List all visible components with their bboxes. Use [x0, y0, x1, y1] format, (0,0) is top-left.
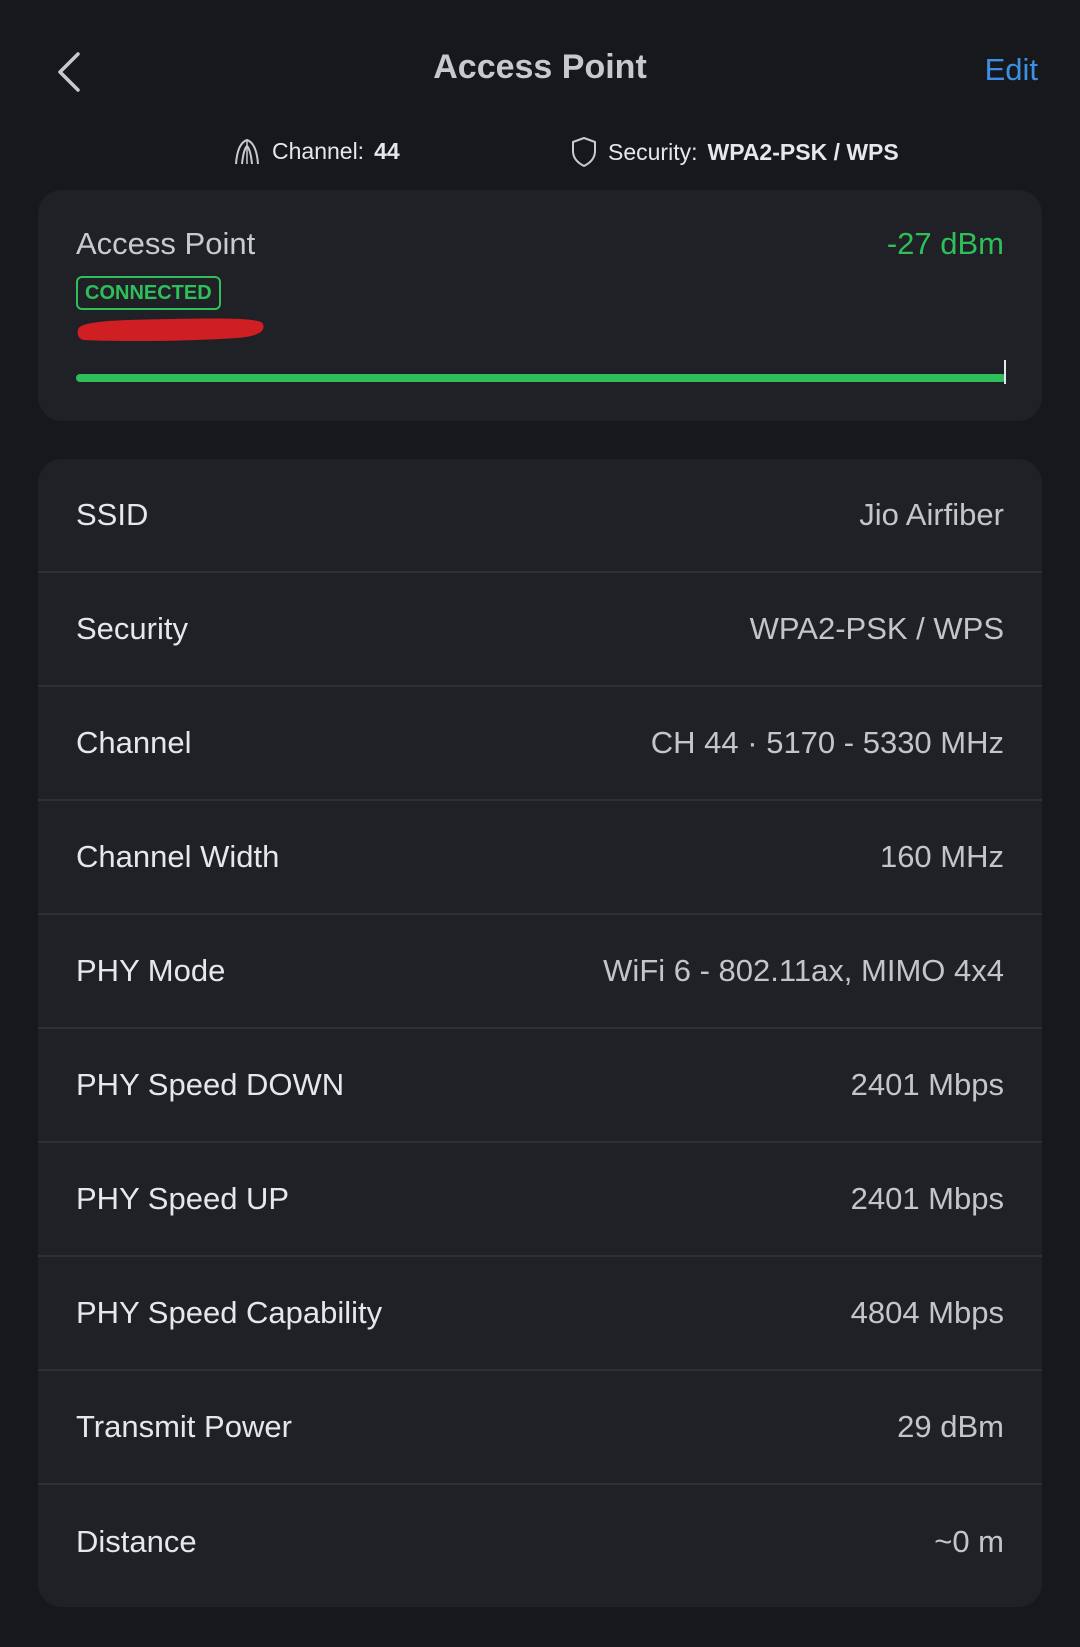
status-badge: CONNECTED — [76, 276, 221, 310]
detail-label: Channel — [76, 725, 192, 760]
detail-value: WiFi 6 - 802.11ax, MIMO 4x4 — [603, 953, 1004, 988]
detail-row[interactable]: Transmit Power 29 dBm — [38, 1371, 1042, 1485]
channel-summary-label: Channel: — [272, 137, 365, 164]
summary-bar: Channel: 44 Security: WPA2-PSK / WPS — [0, 130, 1080, 174]
detail-row[interactable]: SSID Jio Airfiber — [38, 459, 1042, 573]
detail-label: Channel Width — [76, 839, 280, 874]
channel-summary: Channel: 44 — [232, 136, 400, 166]
antenna-icon — [235, 138, 259, 165]
signal-strength-fill — [76, 374, 1006, 382]
signal-strength-bar — [76, 374, 1006, 382]
detail-value: 29 dBm — [897, 1409, 1004, 1444]
details-list: SSID Jio Airfiber Security WPA2-PSK / WPS Ch… — [38, 459, 1042, 1607]
detail-label: SSID — [76, 497, 149, 532]
detail-row[interactable]: Security WPA2-PSK / WPS — [38, 573, 1042, 687]
access-point-card[interactable]: Access Point -27 dBm CONNECTED — [38, 190, 1042, 421]
shield-icon — [572, 137, 596, 167]
security-summary-label: Security: — [608, 138, 698, 165]
detail-label: PHY Speed DOWN — [76, 1067, 345, 1102]
page-title: Access Point — [433, 48, 647, 86]
detail-label: PHY Speed UP — [76, 1181, 290, 1216]
detail-value: WPA2-PSK / WPS — [749, 611, 1004, 646]
detail-value: Jio Airfiber — [859, 497, 1004, 532]
security-summary-value: WPA2-PSK / WPS — [707, 138, 899, 165]
detail-label: Security — [76, 611, 188, 646]
signal-strength-marker — [1004, 360, 1006, 384]
detail-value: 2401 Mbps — [850, 1181, 1004, 1216]
edit-button[interactable]: Edit — [985, 52, 1038, 88]
detail-row[interactable]: Channel CH 44 · 5170 - 5330 MHz — [38, 687, 1042, 801]
detail-label: Distance — [76, 1524, 197, 1559]
detail-label: Transmit Power — [76, 1409, 292, 1444]
top-bar: Access Point Edit — [0, 0, 1080, 140]
access-point-name: Access Point — [76, 226, 256, 261]
signal-strength-value: -27 dBm — [886, 226, 1004, 261]
detail-value: 4804 Mbps — [850, 1295, 1004, 1330]
detail-label: PHY Speed Capability — [76, 1295, 383, 1330]
detail-value: ~0 m — [934, 1524, 1004, 1559]
redaction-mark — [77, 318, 264, 342]
detail-value: 160 MHz — [879, 839, 1004, 874]
detail-row[interactable]: Channel Width 160 MHz — [38, 801, 1042, 915]
detail-row[interactable]: PHY Mode WiFi 6 - 802.11ax, MIMO 4x4 — [38, 915, 1042, 1029]
detail-label: PHY Mode — [76, 953, 226, 988]
detail-value: 2401 Mbps — [850, 1067, 1004, 1102]
security-summary: Security: WPA2-PSK / WPS — [570, 136, 899, 168]
detail-row[interactable]: PHY Speed DOWN 2401 Mbps — [38, 1029, 1042, 1143]
channel-summary-value: 44 — [374, 137, 400, 164]
detail-row[interactable]: PHY Speed UP 2401 Mbps — [38, 1143, 1042, 1257]
detail-value: CH 44 · 5170 - 5330 MHz — [650, 725, 1004, 760]
detail-row[interactable]: Distance ~0 m — [38, 1485, 1042, 1599]
detail-row[interactable]: PHY Speed Capability 4804 Mbps — [38, 1257, 1042, 1371]
